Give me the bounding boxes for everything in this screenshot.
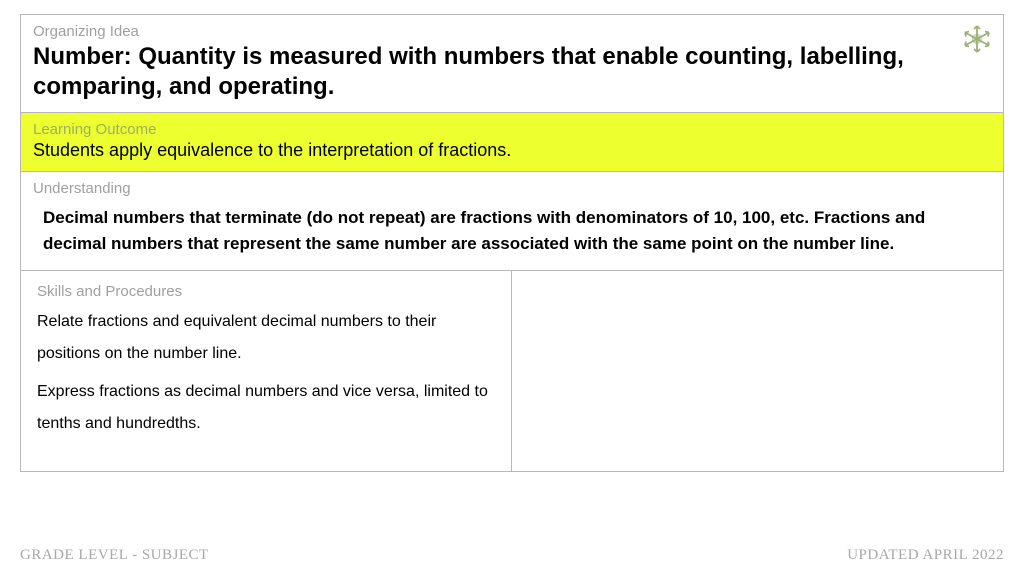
understanding-label: Understanding	[33, 180, 991, 197]
footer-right: UPDATED APRIL 2022	[847, 547, 1004, 564]
skills-column: Skills and Procedures Relate fractions a…	[21, 271, 512, 471]
skills-item-2: Express fractions as decimal numbers and…	[37, 376, 495, 440]
understanding-section: Understanding Decimal numbers that termi…	[21, 172, 1003, 271]
skills-item-1: Relate fractions and equivalent decimal …	[37, 306, 495, 370]
learning-outcome-section: Learning Outcome Students apply equivale…	[21, 113, 1003, 172]
organizing-idea-label: Organizing Idea	[33, 23, 953, 40]
learning-outcome-label: Learning Outcome	[33, 121, 991, 138]
footer: GRADE LEVEL - SUBJECT UPDATED APRIL 2022	[20, 547, 1004, 564]
organizing-idea-title: Number: Quantity is measured with number…	[33, 42, 953, 102]
organizing-idea-section: Organizing Idea Number: Quantity is meas…	[21, 15, 1003, 113]
empty-column	[512, 271, 1003, 471]
footer-left: GRADE LEVEL - SUBJECT	[20, 547, 209, 564]
learning-outcome-text: Students apply equivalence to the interp…	[33, 140, 991, 161]
curriculum-table: Organizing Idea Number: Quantity is meas…	[20, 14, 1004, 472]
skills-row: Skills and Procedures Relate fractions a…	[21, 271, 1003, 471]
snowflake-icon	[961, 23, 993, 60]
understanding-text: Decimal numbers that terminate (do not r…	[33, 199, 991, 260]
skills-label: Skills and Procedures	[37, 283, 495, 300]
